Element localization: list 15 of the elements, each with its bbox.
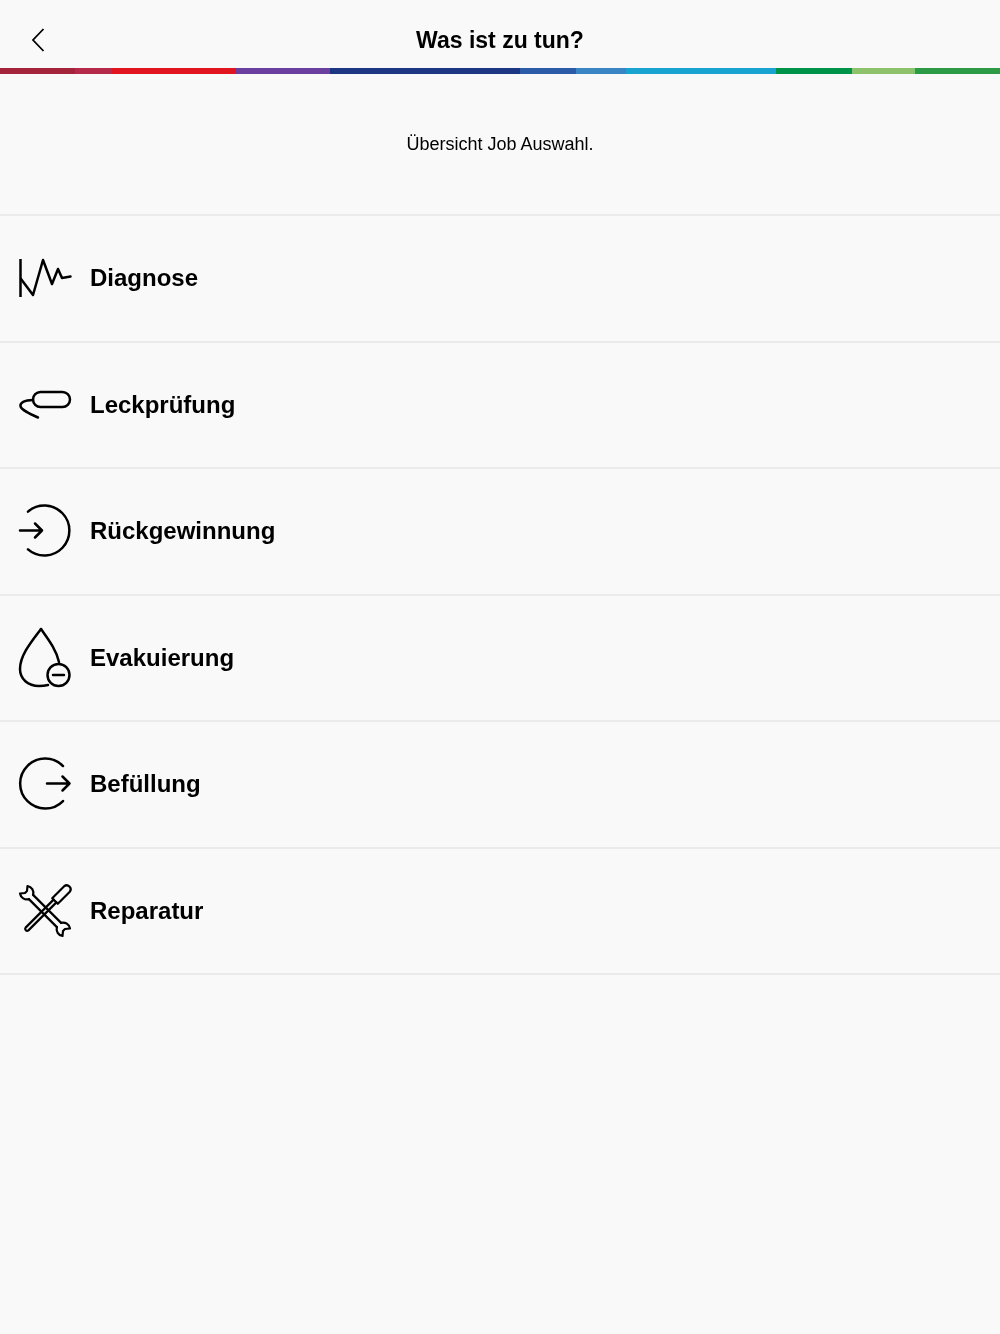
page-title: Was ist zu tun? [416,26,584,54]
drop-minus-icon [18,626,72,689]
job-list-item[interactable]: Reparatur [0,846,1000,973]
arrow-into-circle-icon [18,504,72,559]
wrench-screwdriver-icon [18,883,72,938]
subtitle-text: Übersicht Job Auswahl. [406,133,594,155]
arrow-out-of-circle-icon [18,757,72,812]
job-list-item[interactable]: Diagnose [0,214,1000,341]
job-list-item[interactable]: Befüllung [0,720,1000,847]
probe-icon [18,389,72,420]
job-list-item[interactable]: Leckprüfung [0,340,1000,467]
pulse-icon [18,257,72,300]
back-icon [31,28,45,52]
job-list-item[interactable]: Evakuierung [0,593,1000,720]
job-list-item[interactable]: Rückgewinnung [0,467,1000,594]
